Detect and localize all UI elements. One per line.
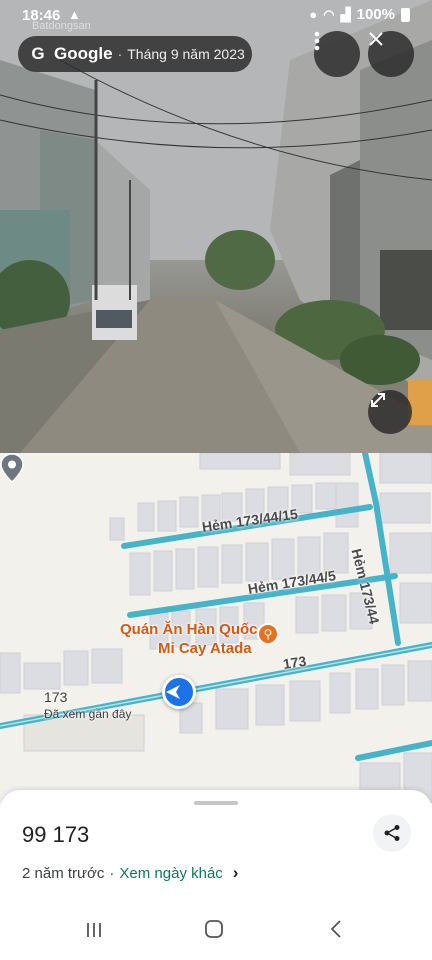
signal-icon: ▟	[340, 6, 351, 22]
back-button[interactable]	[316, 919, 356, 945]
battery-icon	[401, 7, 410, 22]
expand-icon	[371, 393, 385, 407]
brand-label: Google	[54, 44, 113, 63]
more-vert-icon	[314, 31, 320, 51]
watermark: Batdongsan	[32, 20, 91, 32]
wifi-icon: ◠	[323, 6, 335, 22]
back-icon	[330, 920, 341, 938]
restaurant-icon[interactable]: ⚲	[257, 623, 279, 645]
battery-percent: 100%	[356, 6, 395, 23]
location-icon: ●	[309, 7, 318, 22]
share-icon	[384, 825, 400, 841]
place-pin-icon[interactable]	[0, 453, 24, 483]
poi-label[interactable]: Quán Ăn Hàn Quốc Mi Cay Atada	[120, 620, 258, 658]
expand-button[interactable]	[368, 390, 412, 434]
drag-handle[interactable]	[194, 801, 238, 805]
recents-icon	[87, 923, 101, 937]
close-button[interactable]	[368, 31, 414, 77]
map-view[interactable]: Hẻm 173/44/15 Hẻm 173/44/5 Hẻm 173/44 17…	[0, 453, 432, 803]
viewer-direction-icon	[162, 675, 196, 709]
time-ago: 2 năm trước	[22, 864, 105, 882]
meta-separator: ·	[109, 864, 115, 882]
home-button[interactable]	[194, 919, 234, 945]
street-label: 173	[281, 652, 308, 672]
other-dates-link[interactable]: Xem ngày khác	[119, 865, 222, 882]
chevron-right-icon[interactable]: ›	[233, 863, 239, 883]
header-pill: G Google · Tháng 9 năm 2023	[18, 36, 252, 72]
more-options-button[interactable]	[314, 31, 360, 77]
street-view-image[interactable]: 18:46 ▲ ● ◠ ▟ 100% Batdongsan G Google ·…	[0, 0, 432, 453]
recents-button[interactable]	[74, 919, 114, 945]
capture-date: Tháng 9 năm 2023	[127, 46, 245, 62]
home-icon	[205, 920, 223, 938]
share-button[interactable]	[373, 814, 411, 852]
close-icon	[369, 32, 383, 46]
place-name: 173	[44, 689, 68, 705]
sheet-title: 99 173	[22, 822, 90, 847]
google-logo-icon: G	[31, 44, 45, 63]
arrow-icon	[166, 685, 180, 699]
place-subtitle: Đã xem gần đây	[44, 707, 132, 721]
system-nav-bar	[0, 905, 432, 960]
header-separator: ·	[117, 46, 123, 62]
status-icons: ● ◠ ▟ 100%	[309, 6, 410, 23]
sheet-meta: 2 năm trước · Xem ngày khác ›	[22, 863, 238, 883]
poi-name-line2: Mi Cay Atada	[158, 640, 252, 657]
poi-name-line1: Quán Ăn Hàn Quốc	[120, 621, 258, 638]
